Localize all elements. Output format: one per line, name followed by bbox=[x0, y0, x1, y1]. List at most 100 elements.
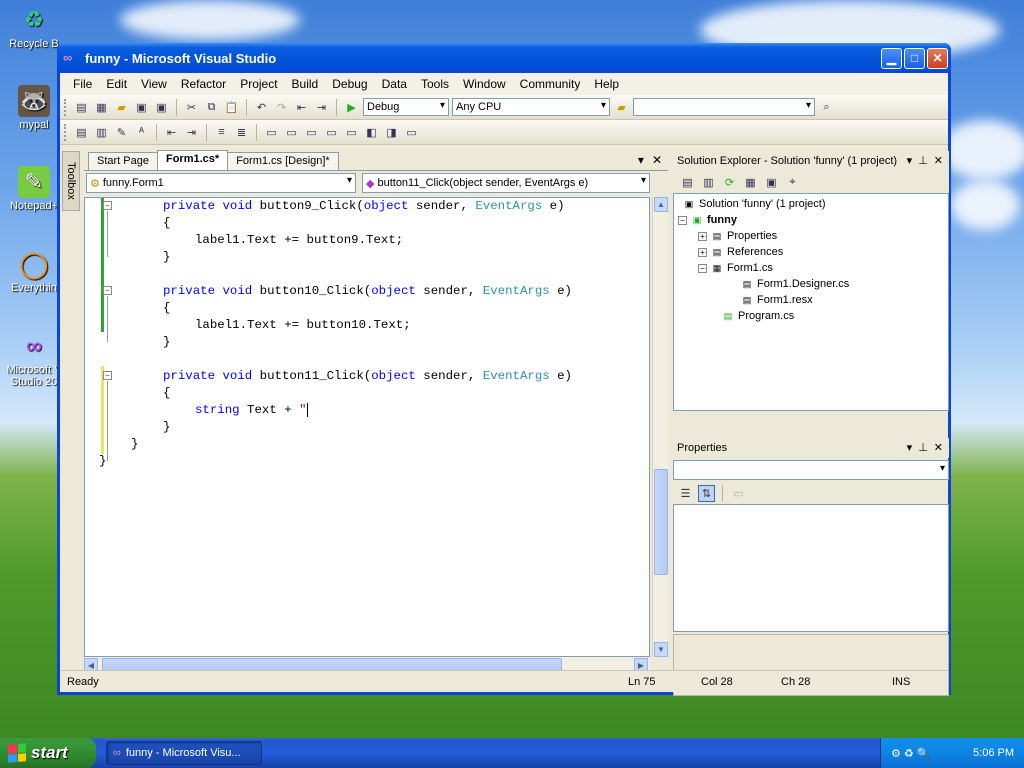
tree-item-form1-resx[interactable]: ▤ Form1.resx bbox=[740, 292, 813, 308]
quick-info-icon[interactable]: ▥ bbox=[93, 124, 110, 141]
tree-item-references[interactable]: + ▤ References bbox=[698, 244, 783, 260]
tree-item-program[interactable]: ▤ Program.cs bbox=[721, 308, 795, 324]
close-panel-icon[interactable]: ✕ bbox=[934, 154, 943, 167]
menu-build[interactable]: Build bbox=[285, 75, 326, 93]
redo-icon[interactable]: ↷ bbox=[273, 99, 290, 116]
desktop-icon-notepad[interactable]: ✎ Notepad+ bbox=[4, 166, 64, 212]
scroll-thumb[interactable] bbox=[654, 469, 668, 575]
undo-icon[interactable]: ↶ bbox=[253, 99, 270, 116]
maximize-button[interactable]: □ bbox=[904, 47, 925, 69]
tree-item-properties[interactable]: + ▤ Properties bbox=[698, 228, 777, 244]
tab-dropdown-icon[interactable]: ▾ bbox=[638, 153, 644, 167]
tab-form1-cs[interactable]: Form1.cs* bbox=[156, 150, 229, 170]
next-bookmark-folder-icon[interactable]: ▭ bbox=[343, 124, 360, 141]
toolbar-grip[interactable] bbox=[64, 98, 67, 116]
collapse-icon[interactable]: − bbox=[698, 263, 707, 273]
next-bookmark-icon[interactable]: ▭ bbox=[303, 124, 320, 141]
paste-icon[interactable]: 📋 bbox=[223, 99, 240, 116]
class-combo[interactable]: ⚙ funny.Form1 bbox=[86, 173, 356, 193]
menu-view[interactable]: View bbox=[134, 75, 174, 93]
collapse-icon[interactable]: − bbox=[103, 201, 112, 210]
uncomment-icon[interactable]: ≣ bbox=[233, 124, 250, 141]
open-file-icon[interactable]: ▰ bbox=[113, 99, 130, 116]
parameter-info-icon[interactable]: ✎ bbox=[113, 124, 130, 141]
save-icon[interactable]: ▣ bbox=[133, 99, 150, 116]
view-code-icon[interactable]: ▦ bbox=[742, 174, 759, 191]
next-bookmark-doc-icon[interactable]: ◨ bbox=[383, 124, 400, 141]
tab-form1-design[interactable]: Form1.cs [Design]* bbox=[227, 152, 339, 170]
scroll-down-icon[interactable]: ▼ bbox=[654, 642, 668, 657]
menu-help[interactable]: Help bbox=[587, 75, 626, 93]
increase-indent-icon[interactable]: ⇥ bbox=[183, 124, 200, 141]
categorized-icon[interactable]: ☰ bbox=[677, 485, 694, 502]
close-panel-icon[interactable]: ✕ bbox=[934, 441, 943, 454]
collapse-icon[interactable]: − bbox=[103, 371, 112, 380]
decrease-indent-icon[interactable]: ⇤ bbox=[163, 124, 180, 141]
clock[interactable]: 5:06 PM bbox=[973, 747, 1014, 759]
collapse-icon[interactable]: − bbox=[103, 286, 112, 295]
object-selector-combo[interactable] bbox=[673, 460, 949, 480]
previous-bookmark-folder-icon[interactable]: ▭ bbox=[323, 124, 340, 141]
menu-file[interactable]: File bbox=[66, 75, 99, 93]
menu-refactor[interactable]: Refactor bbox=[174, 75, 233, 93]
copy-icon[interactable]: ⧉ bbox=[203, 99, 220, 116]
complete-word-icon[interactable]: ᴬ bbox=[133, 124, 150, 141]
property-pages-icon[interactable]: ▭ bbox=[730, 485, 747, 502]
start-button[interactable]: start bbox=[0, 738, 96, 768]
window-titlebar[interactable]: ∞ funny - Microsoft Visual Studio ▁ □ ✕ bbox=[57, 43, 951, 73]
previous-bookmark-doc-icon[interactable]: ◧ bbox=[363, 124, 380, 141]
cut-icon[interactable]: ✂ bbox=[183, 99, 200, 116]
auto-hide-icon[interactable]: ⊥ bbox=[918, 154, 928, 167]
navigate-forward-icon[interactable]: ⇥ bbox=[313, 99, 330, 116]
window-position-icon[interactable]: ▾ bbox=[907, 154, 913, 167]
find-in-files-icon[interactable]: ▰ bbox=[613, 99, 630, 116]
member-combo[interactable]: ◆ button11_Click(object sender, EventArgs… bbox=[362, 173, 650, 193]
toolbox-tab[interactable]: Toolbox bbox=[62, 151, 80, 211]
auto-hide-icon[interactable]: ⊥ bbox=[918, 441, 928, 454]
menu-project[interactable]: Project bbox=[233, 75, 284, 93]
menu-data[interactable]: Data bbox=[375, 75, 414, 93]
tray-icons[interactable]: ⚙♻🔍 bbox=[891, 747, 933, 760]
minimize-button[interactable]: ▁ bbox=[881, 47, 902, 69]
show-all-files-icon[interactable]: ▥ bbox=[700, 174, 717, 191]
editor-vertical-scrollbar[interactable]: ▲ ▼ bbox=[652, 197, 668, 657]
menu-debug[interactable]: Debug bbox=[325, 75, 374, 93]
tree-item-solution[interactable]: ▣ Solution 'funny' (1 project) bbox=[682, 196, 826, 212]
start-debugging-icon[interactable]: ▶ bbox=[343, 99, 360, 116]
save-all-icon[interactable]: ▣ bbox=[153, 99, 170, 116]
property-grid[interactable] bbox=[673, 504, 949, 632]
menu-tools[interactable]: Tools bbox=[414, 75, 456, 93]
solution-explorer-titlebar[interactable]: Solution Explorer - Solution 'funny' (1 … bbox=[673, 151, 949, 171]
menu-window[interactable]: Window bbox=[456, 75, 513, 93]
class-diagram-icon[interactable]: ⌖ bbox=[784, 174, 801, 191]
expand-icon[interactable]: + bbox=[698, 247, 707, 257]
menu-edit[interactable]: Edit bbox=[99, 75, 134, 93]
close-document-icon[interactable]: ✕ bbox=[652, 153, 662, 167]
properties-icon[interactable]: ▤ bbox=[679, 174, 696, 191]
toggle-bookmark-icon[interactable]: ▭ bbox=[263, 124, 280, 141]
menu-community[interactable]: Community bbox=[513, 75, 588, 93]
navigate-back-icon[interactable]: ⇤ bbox=[293, 99, 310, 116]
comment-out-icon[interactable]: ≡ bbox=[213, 124, 230, 141]
object-browser-icon[interactable]: ▤ bbox=[73, 124, 90, 141]
solution-platform-combo[interactable]: Any CPU bbox=[452, 98, 610, 116]
scroll-up-icon[interactable]: ▲ bbox=[654, 197, 668, 212]
find-combo[interactable] bbox=[633, 98, 815, 116]
properties-titlebar[interactable]: Properties ▾ ⊥ ✕ bbox=[673, 438, 949, 458]
new-project-icon[interactable]: ▤ bbox=[73, 99, 90, 116]
desktop-icon-everything[interactable]: ◯ Everythin bbox=[4, 248, 64, 295]
clear-bookmarks-icon[interactable]: ▭ bbox=[403, 124, 420, 141]
solution-configuration-combo[interactable]: Debug bbox=[363, 98, 449, 116]
taskbar-button-visual-studio[interactable]: ∞ funny - Microsoft Visu... bbox=[106, 741, 262, 765]
collapse-icon[interactable]: − bbox=[678, 215, 687, 225]
alphabetical-icon[interactable]: ⇅ bbox=[698, 484, 715, 502]
tree-item-project[interactable]: − ▣ funny bbox=[678, 212, 737, 228]
tab-start-page[interactable]: Start Page bbox=[88, 152, 158, 170]
add-item-icon[interactable]: ▦ bbox=[93, 99, 110, 116]
tree-item-form1[interactable]: − ▦ Form1.cs bbox=[698, 260, 773, 276]
window-position-icon[interactable]: ▾ bbox=[907, 441, 913, 454]
desktop-icon-visual-studio[interactable]: ∞ Microsoft V Studio 20 bbox=[4, 330, 64, 388]
code-text-area[interactable]: − − − private void button9_Click(object … bbox=[84, 197, 650, 657]
previous-bookmark-icon[interactable]: ▭ bbox=[283, 124, 300, 141]
expand-icon[interactable]: + bbox=[698, 231, 707, 241]
